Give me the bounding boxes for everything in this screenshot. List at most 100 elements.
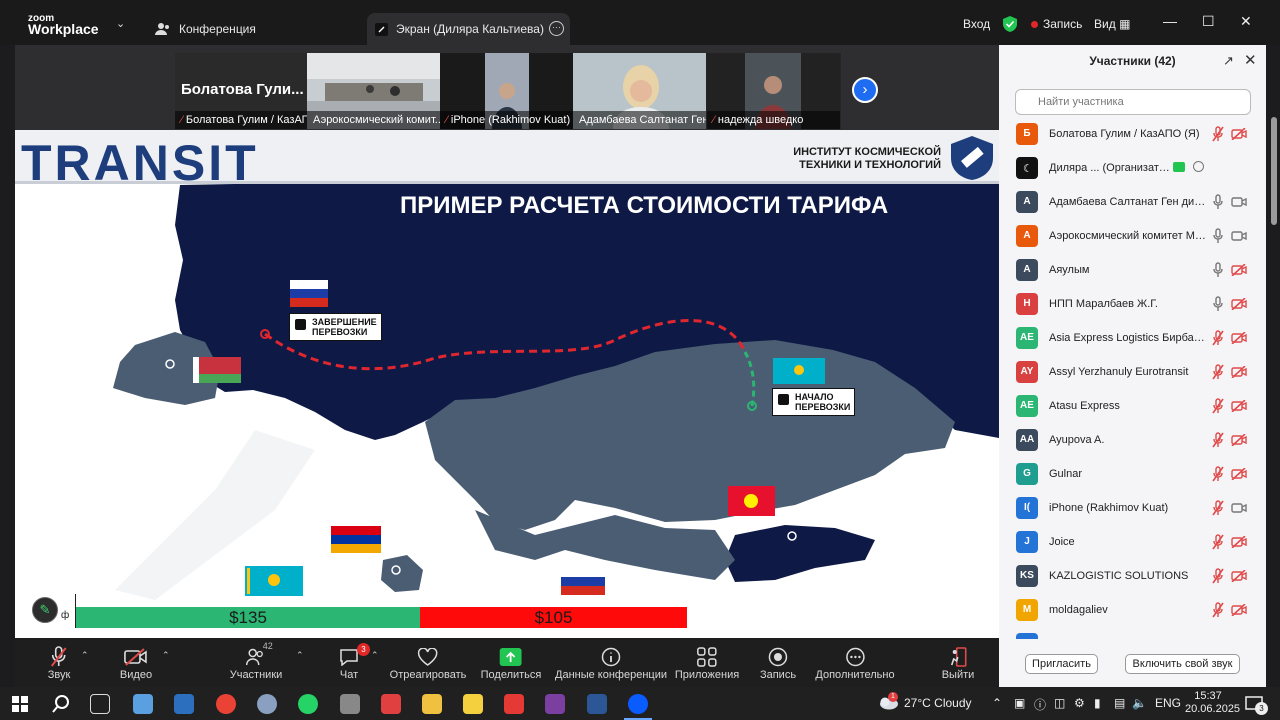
- leave-button[interactable]: Выйти: [942, 645, 974, 681]
- camera-icon[interactable]: [1231, 502, 1247, 514]
- video-tile-active-speaker[interactable]: Адамбаева Салтанат Ген...: [573, 53, 706, 129]
- battery-icon[interactable]: ▮: [1094, 696, 1101, 710]
- search-participants-input[interactable]: Найти участника: [1015, 89, 1251, 115]
- network-icon[interactable]: ▤: [1114, 696, 1125, 710]
- more-options-icon[interactable]: ···: [549, 21, 564, 36]
- video-options-caret[interactable]: ⌃: [162, 650, 170, 661]
- camera-off-icon[interactable]: [1231, 536, 1247, 548]
- mic-muted-icon[interactable]: [1212, 466, 1224, 482]
- chat-options-caret[interactable]: ⌃: [371, 650, 379, 661]
- mic-muted-icon[interactable]: [1212, 432, 1224, 448]
- chat-button[interactable]: 3 Чат: [339, 643, 370, 681]
- close-window-button[interactable]: ✕: [1240, 13, 1252, 30]
- video-button[interactable]: Видео: [120, 645, 152, 681]
- camera-off-icon[interactable]: [1231, 128, 1247, 140]
- video-tile[interactable]: ⁄ iPhone (Rakhimov Kuat): [440, 53, 573, 129]
- tray-icon-3[interactable]: ◫: [1054, 696, 1065, 710]
- participant-row[interactable]: AY Assyl Yerzhanuly Eurotransit: [999, 355, 1257, 389]
- close-panel-button[interactable]: ✕: [1244, 51, 1257, 69]
- sign-in-link[interactable]: Вход: [963, 17, 990, 31]
- app-icon-pen[interactable]: [133, 694, 153, 714]
- recording-indicator[interactable]: Запись: [1031, 17, 1082, 31]
- participant-row[interactable]: G Gulnar: [999, 457, 1257, 491]
- video-tile[interactable]: Болатова Гули... ⁄ Болатова Гулим / КазА…: [175, 53, 308, 129]
- participant-row[interactable]: J Joice: [999, 525, 1257, 559]
- whatsapp-icon[interactable]: [298, 694, 318, 714]
- participant-row[interactable]: Н НПП Маралбаев Ж.Г.: [999, 287, 1257, 321]
- tray-icon-1[interactable]: ▣: [1014, 696, 1025, 710]
- shield-check-icon[interactable]: [1003, 16, 1017, 32]
- app-icon-printer[interactable]: [340, 694, 360, 714]
- react-button[interactable]: Отреагировать: [390, 645, 466, 681]
- video-tile[interactable]: Аэрокосмический комит...: [307, 53, 440, 129]
- language-indicator[interactable]: ENG: [1155, 696, 1181, 710]
- mic-icon[interactable]: [1212, 296, 1224, 312]
- mic-muted-icon[interactable]: [1212, 364, 1224, 380]
- word-icon[interactable]: [587, 694, 607, 714]
- invite-button[interactable]: Пригласить: [1025, 654, 1098, 674]
- camera-off-icon[interactable]: [1231, 332, 1247, 344]
- weather-text[interactable]: 27°C Cloudy: [904, 696, 972, 710]
- participant-row[interactable]: ☾ Диляра ... (Организатор): [999, 151, 1257, 185]
- participant-row[interactable]: AA Ayupova A.: [999, 423, 1257, 457]
- anydesk-icon[interactable]: [381, 694, 401, 714]
- camera-icon[interactable]: [1231, 230, 1247, 242]
- clock[interactable]: 15:37 20.06.2025: [1185, 690, 1240, 716]
- participant-row[interactable]: A Аэрокосмический комитет МЦ...: [999, 219, 1257, 253]
- camera-icon[interactable]: [1231, 196, 1247, 208]
- audio-button[interactable]: Звук: [48, 645, 70, 681]
- mic-muted-icon[interactable]: [1212, 534, 1224, 550]
- participant-row[interactable]: Mmoldagaliev: [999, 593, 1257, 627]
- more-button[interactable]: Дополнительно: [815, 645, 895, 681]
- chevron-down-icon[interactable]: ⌄: [116, 17, 125, 30]
- mic-icon[interactable]: [1212, 262, 1224, 278]
- video-tile[interactable]: ⁄ надежда шведко: [707, 53, 840, 129]
- mic-muted-icon[interactable]: [1212, 330, 1224, 346]
- camera-off-icon[interactable]: [1231, 400, 1247, 412]
- maximize-button[interactable]: ☐: [1202, 13, 1215, 30]
- mic-icon[interactable]: [1212, 194, 1224, 210]
- calculator-icon[interactable]: [174, 694, 194, 714]
- mic-muted-icon[interactable]: [1212, 126, 1224, 142]
- pop-out-icon[interactable]: ↗: [1223, 53, 1234, 69]
- camera-off-icon[interactable]: [1231, 434, 1247, 446]
- tray-overflow-icon[interactable]: ⌃: [992, 696, 1002, 710]
- scrollbar-thumb[interactable]: [1271, 117, 1277, 225]
- participant-row[interactable]: AE Asia Express Logistics Бирбаев Б...: [999, 321, 1257, 355]
- mic-muted-icon[interactable]: [1212, 500, 1224, 516]
- windows-start-icon[interactable]: [12, 696, 28, 712]
- audio-options-caret[interactable]: ⌃: [81, 650, 89, 661]
- view-menu[interactable]: Вид ▦: [1094, 17, 1130, 31]
- camera-off-icon[interactable]: [1231, 298, 1247, 310]
- camera-off-icon[interactable]: [1231, 264, 1247, 276]
- mic-muted-icon[interactable]: [1212, 398, 1224, 414]
- participant-row[interactable]: AE Atasu Express: [999, 389, 1257, 423]
- participant-row[interactable]: Б Болатова Гулим / КазАПО (Я): [999, 117, 1257, 151]
- apps-button[interactable]: Приложения: [675, 645, 739, 681]
- tab-screen-share[interactable]: Экран (Диляра Кальтиева) ···: [367, 13, 570, 45]
- participants-button[interactable]: 42 Участники: [230, 641, 283, 681]
- pdf-reader-icon[interactable]: [504, 694, 524, 714]
- app-icon-globe[interactable]: [257, 694, 277, 714]
- participant-row[interactable]: A Адамбаева Салтанат Ген дир Ка...: [999, 185, 1257, 219]
- participants-options-caret[interactable]: ⌃: [296, 650, 304, 661]
- mic-icon[interactable]: [1212, 228, 1224, 244]
- participant-row-partial[interactable]: [999, 627, 1257, 639]
- camera-off-icon[interactable]: [1231, 570, 1247, 582]
- zoom-taskbar-icon[interactable]: [628, 694, 648, 714]
- camera-off-icon[interactable]: [1231, 468, 1247, 480]
- chrome-icon[interactable]: [216, 694, 236, 714]
- next-page-button[interactable]: ›: [852, 77, 878, 103]
- task-view-icon[interactable]: [90, 694, 110, 714]
- annotate-pen-button[interactable]: ✎: [32, 597, 58, 623]
- winrar-icon[interactable]: [545, 694, 565, 714]
- tab-conference[interactable]: Конференция: [155, 13, 256, 45]
- unmute-myself-button[interactable]: Включить свой звук: [1125, 654, 1240, 674]
- minimize-button[interactable]: —: [1163, 13, 1177, 29]
- participant-row[interactable]: KS KAZLOGISTIC SOLUTIONS: [999, 559, 1257, 593]
- camera-off-icon[interactable]: [1231, 366, 1247, 378]
- file-explorer-icon[interactable]: [422, 694, 442, 714]
- record-button[interactable]: Запись: [760, 645, 796, 681]
- tray-icon-2[interactable]: ⓘ: [1034, 696, 1046, 713]
- mic-muted-icon[interactable]: [1212, 568, 1224, 584]
